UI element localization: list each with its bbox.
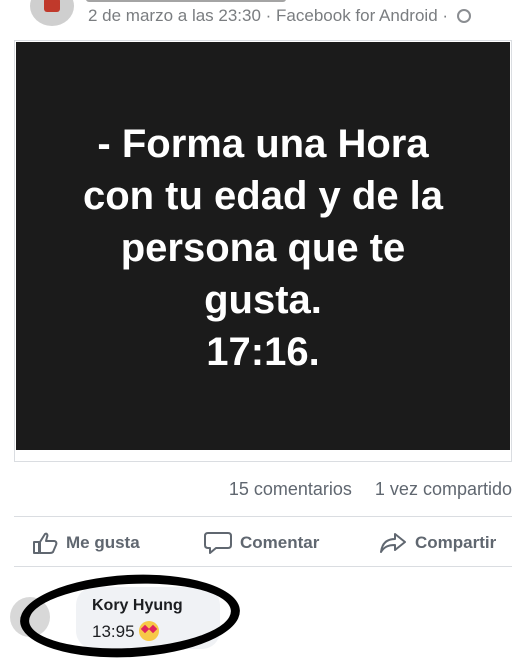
share-label: Compartir: [415, 533, 497, 552]
share-button[interactable]: Compartir: [379, 520, 496, 566]
globe-icon: [456, 9, 471, 23]
shares-count-link[interactable]: 1 vez compartido: [375, 479, 512, 499]
post-meta: 2 de marzo a las 23:30 · Facebook for An…: [88, 6, 471, 26]
like-button[interactable]: Me gusta: [32, 520, 140, 566]
post-actions-bar: Me gusta Comentar Compartir: [14, 520, 512, 566]
post-header: 2 de marzo a las 23:30 · Facebook for An…: [0, 0, 526, 40]
post-meta-text[interactable]: 2 de marzo a las 23:30 · Facebook for An…: [88, 6, 448, 25]
post-text-line: gusta.: [204, 278, 322, 322]
comment-button[interactable]: Comentar: [204, 520, 319, 566]
comment-label: Comentar: [240, 533, 320, 552]
thumbs-up-icon: [33, 532, 58, 554]
post-text-line: con tu edad y de la: [82, 174, 444, 218]
post-text-line: persona que te: [120, 226, 406, 270]
author-avatar[interactable]: [30, 0, 74, 26]
comments-count-link[interactable]: 15 comentarios: [229, 479, 352, 499]
post-image-text: - Forma una Hora con tu edad y de la per…: [16, 118, 510, 378]
like-label: Me gusta: [66, 533, 140, 552]
share-arrow-icon: [380, 533, 406, 553]
divider: [14, 516, 512, 517]
comment-icon: [204, 532, 232, 554]
post-text-line: 17:16.: [206, 330, 320, 374]
post-image[interactable]: - Forma una Hora con tu edad y de la per…: [16, 42, 510, 450]
post-text-line: - Forma una Hora: [97, 122, 429, 166]
post-stats: 15 comentarios 1 vez compartido: [211, 479, 512, 500]
author-name-cropped[interactable]: [86, 0, 286, 2]
